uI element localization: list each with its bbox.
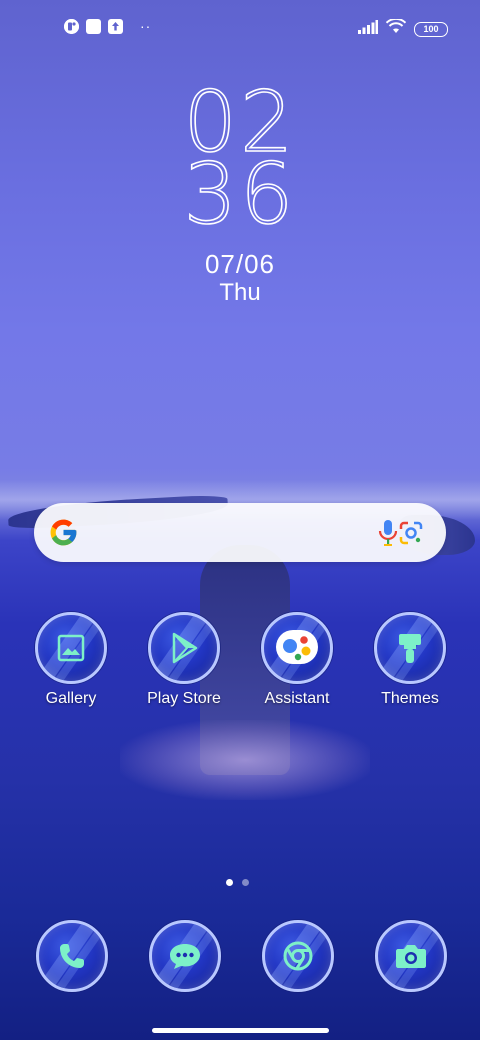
dock-chrome[interactable] xyxy=(262,920,334,992)
water-splash xyxy=(120,720,370,800)
app-icon-circle xyxy=(35,612,107,684)
white-square-icon xyxy=(86,19,101,34)
wifi-icon xyxy=(385,17,407,39)
themes-brush-icon xyxy=(377,615,443,681)
play-store-icon xyxy=(151,615,217,681)
app-icon-circle xyxy=(148,612,220,684)
chrome-icon xyxy=(265,923,331,989)
app-icon-circle xyxy=(375,920,447,992)
signal-icon xyxy=(358,19,378,39)
page-dot-active xyxy=(226,879,233,886)
app-label: Play Store xyxy=(147,690,221,707)
battery-indicator: 100 xyxy=(414,21,448,37)
app-notification-icon xyxy=(64,19,79,34)
dock-camera[interactable] xyxy=(375,920,447,992)
app-play-store[interactable]: Play Store xyxy=(129,612,239,708)
camera-icon xyxy=(378,923,444,989)
app-icon-circle xyxy=(36,920,108,992)
home-gesture-bar[interactable] xyxy=(152,1028,329,1033)
clock-date: 07/06 xyxy=(204,249,276,279)
google-search-bar[interactable] xyxy=(34,503,446,562)
clock-day: Thu xyxy=(219,279,261,306)
app-icon-circle xyxy=(374,612,446,684)
clock-minutes[interactable]: 36 xyxy=(0,151,480,237)
app-gallery[interactable]: Gallery xyxy=(16,612,126,708)
app-themes[interactable]: Themes xyxy=(355,612,465,708)
phone-icon xyxy=(39,923,105,989)
gallery-icon xyxy=(38,615,104,681)
app-label: Assistant xyxy=(264,690,330,707)
dock-messages[interactable] xyxy=(149,920,221,992)
messages-icon xyxy=(152,923,218,989)
app-icon-circle xyxy=(149,920,221,992)
assistant-icon xyxy=(264,615,330,681)
upload-icon xyxy=(108,19,123,34)
status-bar: ·· 100 xyxy=(0,0,480,56)
app-icon-circle xyxy=(262,920,334,992)
app-label: Themes xyxy=(381,690,439,707)
dock-phone[interactable] xyxy=(36,920,108,992)
google-lens-icon[interactable] xyxy=(397,519,425,547)
app-label: Gallery xyxy=(45,690,97,707)
status-left: ·· xyxy=(64,19,151,34)
overflow-dots: ·· xyxy=(140,18,152,34)
status-right: 100 xyxy=(358,17,448,39)
google-icon xyxy=(48,517,79,548)
app-assistant[interactable]: Assistant xyxy=(242,612,352,708)
page-indicator[interactable] xyxy=(226,879,249,886)
app-icon-circle xyxy=(261,612,333,684)
page-dot xyxy=(242,879,249,886)
